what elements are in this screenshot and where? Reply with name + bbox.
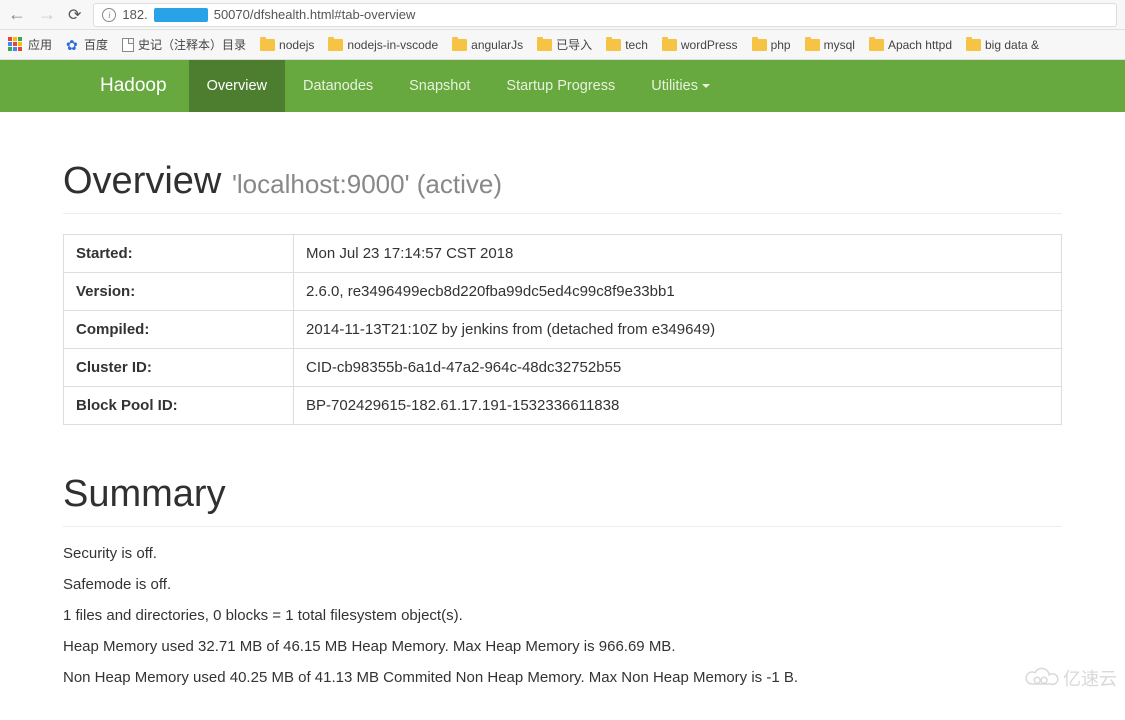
content: Overview 'localhost:9000' (active) Start… [45,112,1080,720]
bookmark-folder-php[interactable]: php [752,38,791,52]
summary-line: Safemode is off. [63,576,1062,593]
info-icon[interactable]: i [102,8,116,22]
folder-icon [260,39,275,51]
bookmark-folder-mysql[interactable]: mysql [805,38,855,52]
overview-heading: Overview [63,160,221,202]
summary-line: Non Heap Memory used 40.25 MB of 41.13 M… [63,669,1062,686]
block-pool-id-label: Block Pool ID: [64,387,294,425]
tab-snapshot[interactable]: Snapshot [391,60,488,112]
page-title: Overview 'localhost:9000' (active) [63,160,1062,214]
bookmark-folder-nodejs-vscode[interactable]: nodejs-in-vscode [328,38,438,52]
bookmark-history[interactable]: 史记（注释本）目录 [122,36,246,53]
folder-icon [328,39,343,51]
apps-button[interactable]: 应用 [8,36,52,53]
started-value: Mon Jul 23 17:14:57 CST 2018 [294,235,1062,273]
summary-text: Security is off. Safemode is off. 1 file… [63,545,1062,686]
tab-overview[interactable]: Overview [189,60,285,112]
page-icon [122,38,134,52]
bookmark-folder-wordpress[interactable]: wordPress [662,38,738,52]
app-navbar: Hadoop Overview Datanodes Snapshot Start… [0,60,1125,112]
apps-label: 应用 [28,36,52,53]
table-row: Cluster ID: CID-cb98355b-6a1d-47a2-964c-… [64,349,1062,387]
summary-heading: Summary [63,473,1062,527]
reload-button[interactable]: ⟳ [68,5,81,25]
compiled-value: 2014-11-13T21:10Z by jenkins from (detac… [294,311,1062,349]
summary-line: Heap Memory used 32.71 MB of 46.15 MB He… [63,638,1062,655]
cluster-id-label: Cluster ID: [64,349,294,387]
bookmark-bar: 应用 ✿ 百度 史记（注释本）目录 nodejs nodejs-in-vscod… [0,30,1125,60]
table-row: Version: 2.6.0, re3496499ecb8d220fba99dc… [64,273,1062,311]
url-text-suffix: 50070/dfshealth.html#tab-overview [214,7,416,22]
folder-icon [606,39,621,51]
table-row: Started: Mon Jul 23 17:14:57 CST 2018 [64,235,1062,273]
nav-tabs: Overview Datanodes Snapshot Startup Prog… [189,60,728,112]
started-label: Started: [64,235,294,273]
summary-line: 1 files and directories, 0 blocks = 1 to… [63,607,1062,624]
table-row: Compiled: 2014-11-13T21:10Z by jenkins f… [64,311,1062,349]
bookmark-folder-nodejs[interactable]: nodejs [260,38,314,52]
block-pool-id-value: BP-702429615-182.61.17.191-1532336611838 [294,387,1062,425]
folder-icon [869,39,884,51]
version-value: 2.6.0, re3496499ecb8d220fba99dc5ed4c99c8… [294,273,1062,311]
tab-utilities[interactable]: Utilities [633,60,728,112]
folder-icon [966,39,981,51]
bookmark-folder-angular[interactable]: angularJs [452,38,523,52]
folder-icon [452,39,467,51]
bookmark-folder-apache[interactable]: Apach httpd [869,38,952,52]
baidu-icon: ✿ [66,38,80,52]
back-button[interactable]: ← [8,4,26,25]
url-obscured-segment [154,8,208,22]
compiled-label: Compiled: [64,311,294,349]
tab-startup-progress[interactable]: Startup Progress [488,60,633,112]
forward-button[interactable]: → [38,4,56,25]
brand[interactable]: Hadoop [100,75,189,97]
overview-host: 'localhost:9000' (active) [232,169,502,199]
bookmark-folder-bigdata[interactable]: big data & [966,38,1039,52]
browser-toolbar: ← → ⟳ i 182. 50070/dfshealth.html#tab-ove… [0,0,1125,30]
table-row: Block Pool ID: BP-702429615-182.61.17.19… [64,387,1062,425]
address-bar[interactable]: i 182. 50070/dfshealth.html#tab-overview [93,3,1117,27]
version-label: Version: [64,273,294,311]
folder-icon [537,39,552,51]
tab-datanodes[interactable]: Datanodes [285,60,391,112]
overview-info-table: Started: Mon Jul 23 17:14:57 CST 2018 Ve… [63,234,1062,425]
apps-icon [8,37,24,53]
bookmark-baidu[interactable]: ✿ 百度 [66,36,108,53]
folder-icon [752,39,767,51]
bookmark-folder-tech[interactable]: tech [606,38,648,52]
bookmark-folder-imported[interactable]: 已导入 [537,36,592,53]
chevron-down-icon [702,84,710,88]
summary-line: Security is off. [63,545,1062,562]
folder-icon [662,39,677,51]
url-text-prefix: 182. [122,7,147,22]
folder-icon [805,39,820,51]
cluster-id-value: CID-cb98355b-6a1d-47a2-964c-48dc32752b55 [294,349,1062,387]
